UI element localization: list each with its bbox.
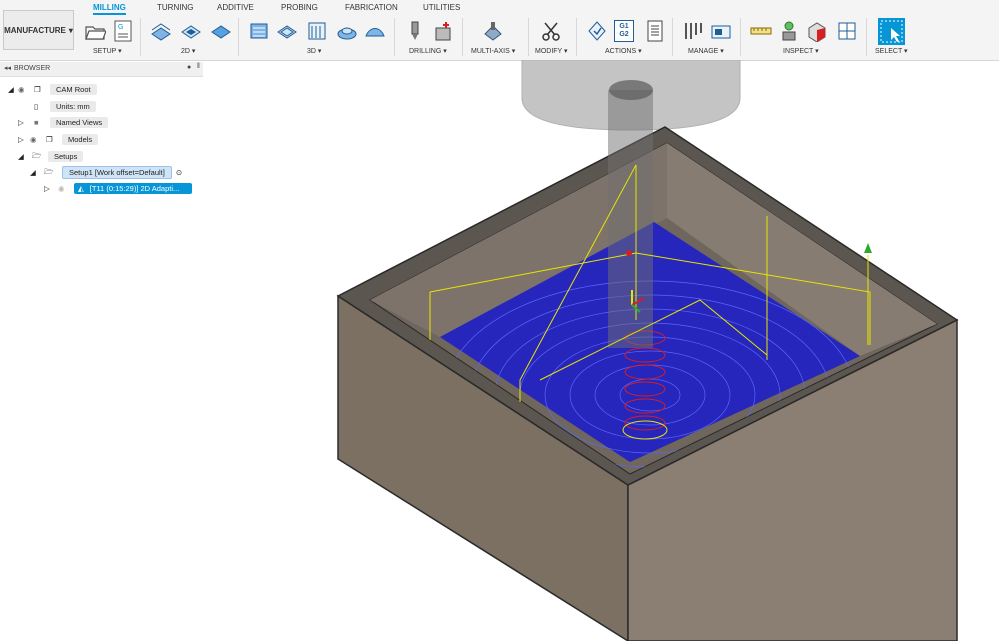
- tab-additive[interactable]: ADDITIVE: [217, 3, 254, 12]
- display-component-icon[interactable]: [836, 20, 858, 42]
- group-actions[interactable]: ACTIONS ▾: [605, 47, 642, 55]
- tab-turning[interactable]: TURNING: [157, 3, 193, 12]
- group-select[interactable]: SELECT ▾: [875, 47, 908, 55]
- machine-library-icon[interactable]: [710, 20, 732, 42]
- 3d-pocket-icon[interactable]: [276, 20, 298, 42]
- divider: [866, 18, 867, 56]
- 3d-parallel-icon[interactable]: [306, 20, 328, 42]
- tab-fabrication[interactable]: FABRICATION: [345, 3, 398, 12]
- 2d-face-icon[interactable]: [210, 20, 232, 42]
- group-3d[interactable]: 3D ▾: [307, 47, 321, 55]
- divider: [394, 18, 395, 56]
- divider: [740, 18, 741, 56]
- 3d-scallop-icon[interactable]: [364, 20, 386, 42]
- measure-icon[interactable]: [750, 20, 772, 42]
- group-modify[interactable]: MODIFY ▾: [535, 47, 568, 55]
- tool-shank: [608, 90, 653, 348]
- 3d-adaptive-icon[interactable]: [248, 20, 270, 42]
- divider: [672, 18, 673, 56]
- folder-icon[interactable]: [84, 20, 106, 42]
- 2d-pocket-icon[interactable]: [180, 20, 202, 42]
- multi-axis-icon[interactable]: [482, 20, 504, 42]
- tab-utilities[interactable]: UTILITIES: [423, 3, 460, 12]
- tool-library-icon[interactable]: [682, 20, 704, 42]
- 3d-viewport[interactable]: [0, 60, 999, 641]
- setup-sheet-icon[interactable]: G: [112, 20, 134, 42]
- group-2d[interactable]: 2D ▾: [181, 47, 195, 55]
- svg-text:G: G: [118, 24, 123, 31]
- group-manage[interactable]: MANAGE ▾: [688, 47, 724, 55]
- select-icon[interactable]: [878, 18, 905, 45]
- tab-milling[interactable]: MILLING: [93, 3, 126, 15]
- tab-probing[interactable]: PROBING: [281, 3, 318, 12]
- probe-icon[interactable]: [778, 20, 800, 42]
- tool-tip: [609, 80, 653, 100]
- toolbar-ribbon: MANUFACTURE ▾ MILLING TURNING ADDITIVE P…: [0, 0, 999, 61]
- hole-recognition-icon[interactable]: [432, 20, 454, 42]
- post-process-icon[interactable]: G1 G2: [614, 20, 634, 42]
- divider: [140, 18, 141, 56]
- setup-sheet-report-icon[interactable]: [644, 20, 666, 42]
- group-multi-axis[interactable]: MULTI-AXIS ▾: [471, 47, 515, 55]
- caret-down-icon: ▾: [68, 25, 73, 35]
- workspace-label: MANUFACTURE: [4, 25, 66, 35]
- divider: [238, 18, 239, 56]
- divider: [576, 18, 577, 56]
- drill-icon[interactable]: [404, 20, 426, 42]
- group-drilling[interactable]: DRILLING ▾: [409, 47, 447, 55]
- divider: [528, 18, 529, 56]
- group-inspect[interactable]: INSPECT ▾: [783, 47, 819, 55]
- scissors-icon[interactable]: [540, 20, 562, 42]
- simulate-icon[interactable]: [586, 20, 608, 42]
- 2d-adaptive-icon[interactable]: [150, 20, 172, 42]
- 3d-contour-icon[interactable]: [336, 20, 358, 42]
- group-setup[interactable]: SETUP ▾: [93, 47, 122, 55]
- divider: [462, 18, 463, 56]
- workspace-switcher[interactable]: MANUFACTURE ▾: [3, 10, 74, 50]
- section-analysis-icon[interactable]: [806, 20, 828, 42]
